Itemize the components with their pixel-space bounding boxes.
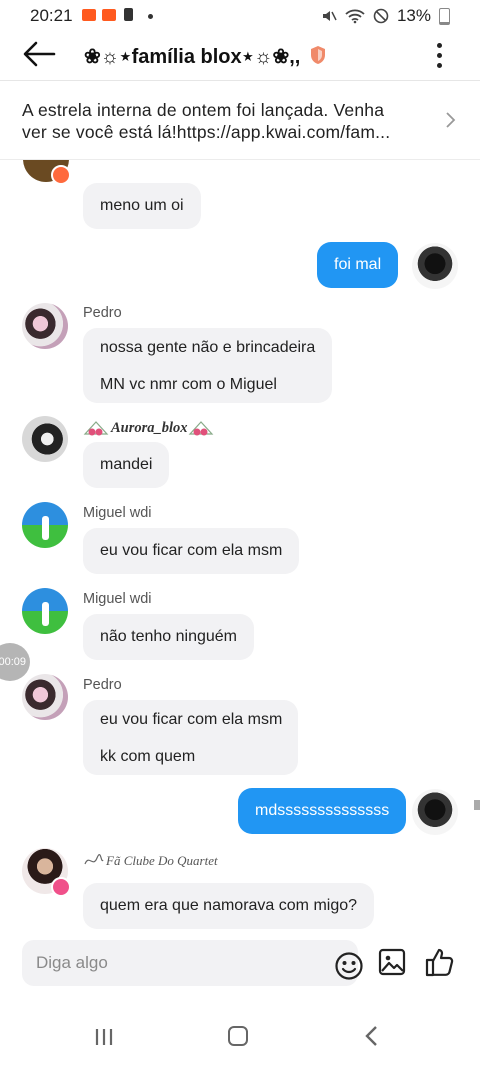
shield-badge-icon [311, 46, 325, 64]
do-not-disturb-icon [373, 8, 389, 24]
thumbs-up-icon[interactable] [424, 946, 456, 978]
vine-ornament-icon [84, 854, 104, 865]
banner-line-2: ver se você está lá!https://app.kwai.com… [22, 122, 391, 142]
sender-name: Aurora_blox [111, 420, 188, 436]
message-line: MN vc nmr com o Miguel [100, 376, 277, 393]
emoji-icon[interactable] [334, 951, 364, 981]
sender-name: Miguel wdi [83, 591, 152, 607]
message-list[interactable]: meno um oi foi mal Pedro nossa gente não… [0, 160, 480, 936]
status-time: 20:21 [30, 6, 73, 25]
message-bubble[interactable]: mandei [83, 442, 170, 488]
system-back-icon[interactable] [364, 1025, 380, 1047]
avatar-miguel[interactable] [22, 588, 68, 634]
wifi-icon [345, 9, 365, 24]
message-input-placeholder: Diga algo [36, 953, 108, 972]
group-title: ❀☼⋆família blox⋆☼❀,, [84, 46, 301, 68]
avatar-miguel[interactable] [22, 502, 68, 548]
chevron-right-icon[interactable] [444, 111, 456, 129]
message-input[interactable]: Diga algo [22, 940, 363, 986]
chat-header: ❀☼⋆família blox⋆☼❀,, [0, 32, 480, 81]
banner-text: A estrela interna de ontem foi lançada. … [22, 99, 422, 143]
video-record-icon [102, 9, 116, 21]
mute-icon [322, 11, 337, 21]
my-avatar[interactable] [412, 243, 458, 289]
message-composer: Diga algo [0, 936, 480, 992]
message-line: kk com quem [100, 748, 196, 765]
message-bubble[interactable]: eu vou ficar com ela msm [83, 528, 300, 574]
message-bubble[interactable]: não tenho ninguém [83, 614, 254, 660]
system-navigation-bar [0, 1005, 480, 1066]
sender-name: Miguel wdi [83, 505, 152, 521]
scrollbar-thumb[interactable] [474, 800, 480, 810]
more-options-icon[interactable] [432, 40, 446, 72]
status-bar: 20:21 13% [0, 0, 480, 32]
camera-badge-icon [51, 877, 71, 897]
message-bubble[interactable]: meno um oi [83, 183, 201, 229]
battery-icon [439, 7, 450, 25]
notification-dot-icon [148, 14, 153, 19]
banner-line-1: A estrela interna de ontem foi lançada. … [22, 100, 385, 120]
video-record-icon [82, 9, 96, 21]
sender-name: Pedro [83, 677, 122, 693]
announcement-banner[interactable]: A estrela interna de ontem foi lançada. … [0, 81, 480, 160]
back-arrow-icon[interactable] [22, 40, 56, 68]
avatar-aurora[interactable] [22, 416, 68, 462]
cherry-icon [188, 421, 214, 436]
image-picker-icon[interactable] [377, 947, 407, 977]
alert-icon [124, 8, 133, 21]
my-avatar[interactable] [412, 789, 458, 835]
recent-apps-icon[interactable] [94, 1027, 114, 1047]
battery-percent: 13% [396, 6, 431, 25]
avatar-pedro[interactable] [22, 674, 68, 720]
live-badge-icon [51, 165, 71, 185]
sender-name: Pedro [83, 305, 122, 321]
my-message-bubble[interactable]: foi mal [317, 242, 399, 288]
message-bubble[interactable]: quem era que namorava com migo? [83, 883, 375, 929]
my-message-bubble[interactable]: mdssssssssssssss [238, 788, 407, 834]
home-icon[interactable] [228, 1026, 248, 1046]
sender-name: Fã Clube Do Quartet [106, 853, 218, 868]
avatar-pedro[interactable] [22, 303, 68, 349]
message-line: eu vou ficar com ela msm [100, 711, 283, 728]
message-line: nossa gente não e brincadeira [100, 339, 316, 356]
message-bubble[interactable]: nossa gente não e brincadeira MN vc nmr … [83, 328, 332, 403]
cherry-icon [83, 421, 109, 436]
message-bubble[interactable]: eu vou ficar com ela msm kk com quem [83, 700, 298, 775]
